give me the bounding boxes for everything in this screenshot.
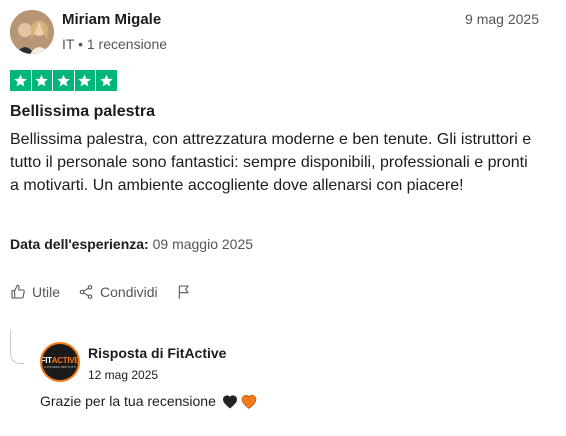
- orange-heart-icon: [241, 394, 257, 409]
- logo-text-fit: FIT: [40, 355, 52, 365]
- useful-button[interactable]: Utile: [10, 284, 60, 300]
- avatar-photo: [10, 10, 54, 54]
- star-icon: [74, 70, 95, 91]
- flag-icon: [178, 285, 189, 299]
- reply-title: Risposta di FitActive: [88, 345, 227, 361]
- avatar[interactable]: [10, 10, 54, 54]
- experience-date: Data dell'esperienza: 09 maggio 2025: [10, 236, 253, 252]
- reviewer-name[interactable]: Miriam Migale: [62, 11, 161, 28]
- star-icon: [96, 70, 117, 91]
- share-label: Condividi: [100, 284, 158, 300]
- logo-text-active: ACTIVE: [51, 355, 80, 365]
- report-button[interactable]: [176, 284, 192, 300]
- share-icon: [79, 285, 93, 299]
- reply-connector: [10, 330, 24, 364]
- star-rating: [10, 70, 117, 91]
- thumbs-up-icon: [11, 284, 25, 299]
- review-title: Bellissima palestra: [10, 103, 155, 120]
- reply-message: Grazie per la tua recensione: [40, 393, 216, 409]
- useful-label: Utile: [32, 284, 61, 300]
- experience-label: Data dell'esperienza:: [10, 236, 149, 252]
- review-date: 9 mag 2025: [465, 11, 539, 27]
- star-icon: [31, 70, 52, 91]
- experience-value: 09 maggio 2025: [152, 236, 254, 252]
- black-heart-icon: [222, 394, 237, 408]
- star-icon: [53, 70, 74, 91]
- review-actions: Utile Condividi: [10, 284, 210, 300]
- reply-text: Grazie per la tua recensione: [40, 393, 257, 409]
- reviewer-meta: IT • 1 recensione: [62, 36, 168, 52]
- review-body: Bellissima palestra, con attrezzatura mo…: [10, 131, 532, 194]
- reply-date: 12 mag 2025: [88, 368, 159, 382]
- company-logo: FITACTIVE IL FITNESS PER TUTTI: [40, 342, 80, 382]
- review-card: Miriam Migale IT • 1 recensione 9 mag 20…: [0, 0, 566, 436]
- share-button[interactable]: Condividi: [78, 284, 158, 300]
- star-icon: [10, 70, 31, 91]
- logo-tagline: IL FITNESS PER TUTTI: [43, 364, 77, 369]
